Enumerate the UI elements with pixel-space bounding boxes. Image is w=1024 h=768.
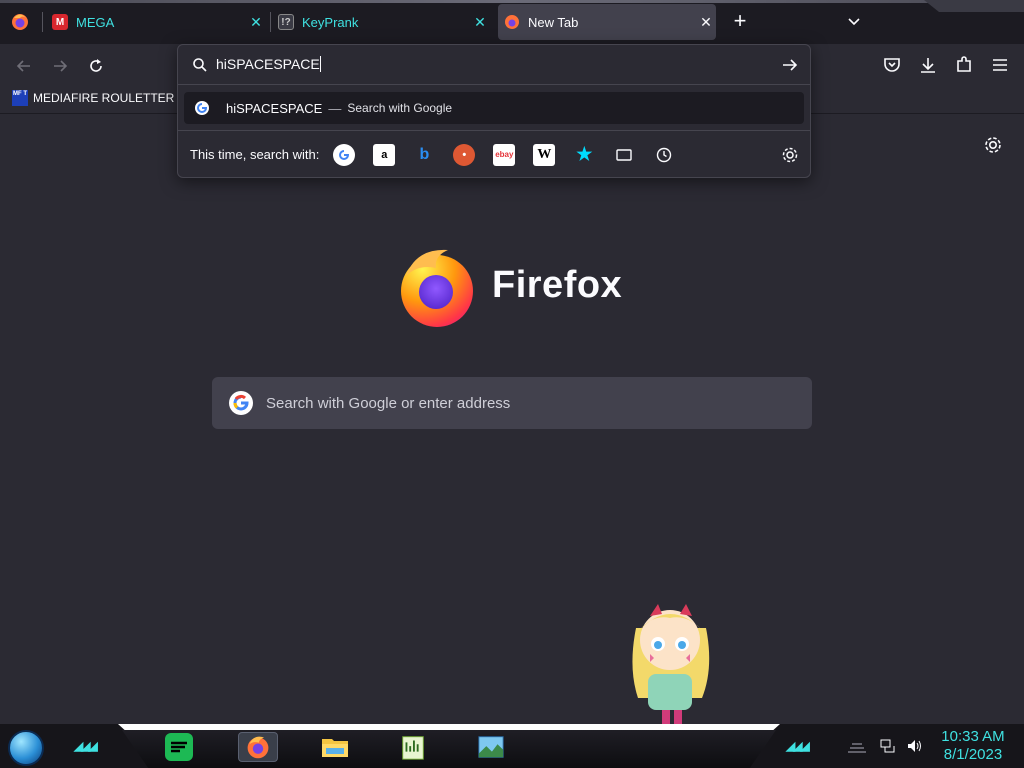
urlbar-text[interactable]: hiSPACESPACE [216,56,321,72]
taskbar-app-dock [122,730,776,768]
newtab-search-box[interactable]: Search with Google or enter address [212,377,812,429]
firefox-taskbar-icon[interactable] [238,732,278,762]
window-top-border [0,0,1024,3]
app-menu-icon[interactable] [990,55,1010,75]
firefox-logo-icon [401,249,473,327]
duckduckgo-icon[interactable]: • [453,143,476,166]
network-icon[interactable] [880,738,896,754]
urlbar-input[interactable]: hiSPACESPACE [178,45,810,85]
bookmarks-icon[interactable]: ★ [573,144,595,166]
keyprank-icon: !? [278,14,294,30]
search-with-label: This time, search with: [190,147,320,162]
clock-date: 8/1/2023 [943,746,1003,763]
back-arrow-icon [16,60,30,72]
google-icon [195,101,209,115]
search-settings-gear-icon[interactable] [780,145,800,165]
close-tab-icon[interactable]: ✕ [696,12,716,32]
tab-separator [270,12,271,32]
firefox-menu-icon[interactable] [10,12,30,32]
suggestion-separator: — [328,100,342,116]
wikipedia-icon[interactable]: W [533,143,556,166]
go-arrow-icon[interactable] [780,55,800,75]
google-icon[interactable] [333,143,356,166]
newtab-search-placeholder: Search with Google or enter address [266,394,511,412]
window-corner-decoration [924,0,1024,12]
taskbar-frame-highlight [118,724,780,730]
tab-separator [42,12,43,32]
forward-arrow-icon [54,60,68,72]
photos-taskbar-icon[interactable] [476,732,506,762]
bookmark-label: MEDIAFIRE ROULETTER [33,91,175,105]
ebay-icon[interactable]: ebay [493,143,516,166]
search-suggestion-row[interactable]: hiSPACESPACE — Search with Google [184,92,804,124]
suggestion-hint: Search with Google [347,101,453,115]
newtab-settings-gear-icon[interactable] [982,134,1004,156]
taskbar-clock[interactable]: 10:33 AM 8/1/2023 [938,728,1008,764]
show-hidden-icons-icon[interactable] [846,740,868,754]
forward-button[interactable] [46,52,74,80]
search-icon [193,58,207,72]
google-icon [229,391,253,415]
text-caret [319,56,321,72]
close-tab-icon[interactable]: ✕ [470,12,490,32]
reload-icon [90,59,102,72]
pocket-icon[interactable] [882,55,902,75]
audio-editor-taskbar-icon[interactable] [398,732,428,762]
tab-keyprank[interactable]: !? KeyPrank ✕ [278,4,490,40]
start-orb-button[interactable] [8,730,44,766]
extensions-icon[interactable] [954,55,974,75]
file-explorer-taskbar-icon[interactable] [320,732,350,762]
bing-icon[interactable]: b [413,144,435,166]
system-tray [880,738,922,754]
clock-time: 10:33 AM [941,728,1005,745]
urlbar-value: hiSPACESPACE [216,56,320,72]
back-button[interactable] [10,52,38,80]
bookmark-mediafire-rouletter[interactable]: MF T MEDIAFIRE ROULETTER [12,90,174,106]
taskbar-chevron-decoration: ◢◢◢ [74,739,98,753]
tab-strip: M MEGA ✕ !? KeyPrank ✕ New Tab ✕ + [0,0,1024,44]
tabs-icon[interactable] [613,144,635,166]
desktop-mascot-character [632,604,710,724]
reload-button[interactable] [82,52,110,80]
history-icon[interactable] [653,144,675,166]
tab-label: MEGA [76,14,115,30]
tab-new-tab[interactable]: New Tab ✕ [498,4,716,40]
tab-mega[interactable]: M MEGA ✕ [52,4,266,40]
mediafire-icon: MF T [12,90,28,106]
tab-label: New Tab [528,14,579,30]
taskbar-chevron-decoration: ◢◢◢ [786,739,810,753]
new-tab-button[interactable]: + [730,10,750,32]
urlbar-dropdown: hiSPACESPACE hiSPACESPACE — Search with … [177,44,811,178]
firefox-icon [505,15,519,29]
mega-icon: M [52,14,68,30]
search-with-row: This time, search with: a b • ebay W ★ [178,130,810,178]
tab-label: KeyPrank [302,14,359,30]
suggestion-text: hiSPACESPACE [226,100,323,116]
firefox-wordmark: Firefox [492,264,623,306]
downloads-icon[interactable] [918,55,938,75]
volume-icon[interactable] [906,738,922,754]
taskbar [0,724,1024,768]
amazon-icon[interactable]: a [373,143,396,166]
list-tabs-chevron-icon[interactable] [846,14,862,30]
spotify-taskbar-icon[interactable] [164,732,194,762]
close-tab-icon[interactable]: ✕ [246,12,266,32]
